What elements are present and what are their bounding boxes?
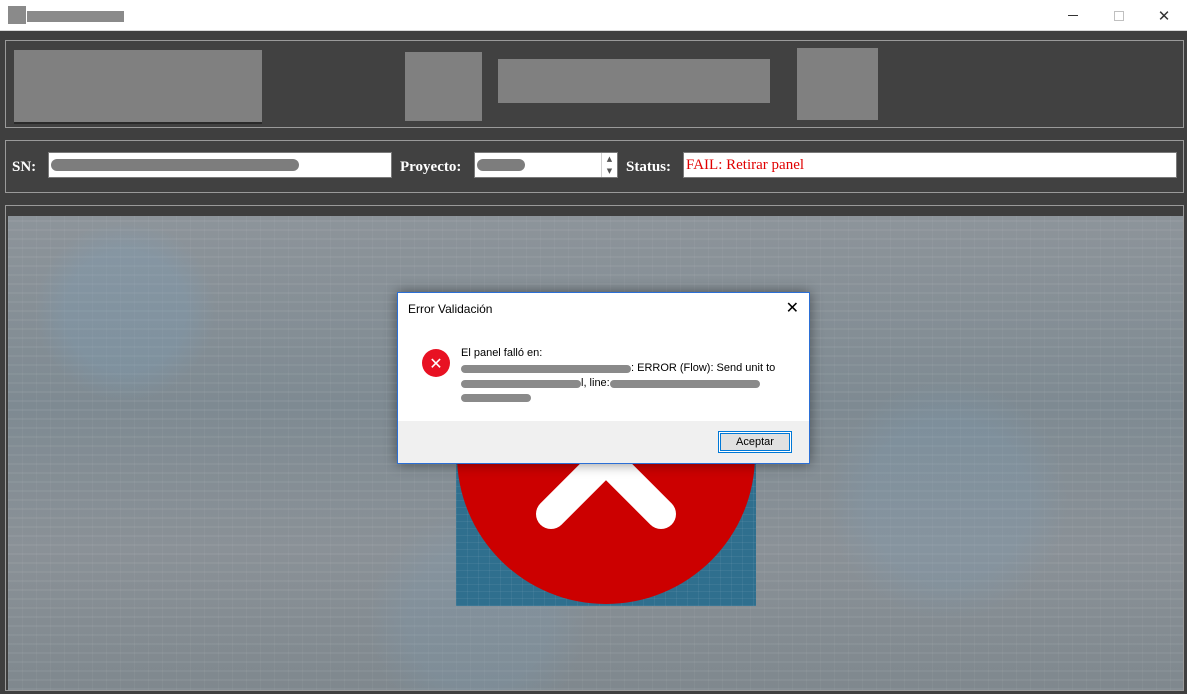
project-stepper[interactable]: ▲ ▼ bbox=[474, 152, 618, 178]
redacted-text bbox=[461, 364, 631, 373]
spin-down-icon[interactable]: ▼ bbox=[607, 167, 612, 175]
app-icon bbox=[8, 6, 26, 24]
dialog-title: Error Validación bbox=[408, 302, 493, 316]
project-label: Proyecto: bbox=[400, 159, 462, 175]
message-line-2: : ERROR (Flow): Send unit to bbox=[461, 361, 791, 376]
sn-value-redacted bbox=[51, 159, 299, 171]
dialog-message: El panel falló en: : ERROR (Flow): Send … bbox=[461, 346, 791, 406]
message-line-1: El panel falló en: bbox=[461, 347, 543, 359]
sn-input[interactable] bbox=[48, 152, 392, 178]
close-button[interactable]: ✕ bbox=[1141, 0, 1187, 31]
sn-label: SN: bbox=[12, 159, 37, 175]
project-value-redacted bbox=[477, 159, 525, 171]
app-window: ✕ SN: Proyecto: ▲ ▼ Status: FAIL: Retira… bbox=[0, 0, 1187, 694]
accept-button[interactable]: Aceptar bbox=[718, 431, 792, 453]
status-value: FAIL: Retirar panel bbox=[686, 157, 805, 173]
spin-up-icon[interactable]: ▲ bbox=[607, 155, 612, 163]
window-title-redacted bbox=[27, 11, 124, 22]
maximize-button[interactable] bbox=[1096, 0, 1142, 31]
close-icon: ✕ bbox=[1157, 6, 1171, 25]
header-image-redacted bbox=[405, 52, 482, 121]
info-panel: SN: Proyecto: ▲ ▼ Status: FAIL: Retirar … bbox=[5, 140, 1184, 193]
title-bar[interactable]: ✕ bbox=[0, 0, 1187, 31]
dialog-close-icon[interactable]: ✕ bbox=[786, 298, 799, 317]
spin-buttons[interactable]: ▲ ▼ bbox=[601, 153, 617, 177]
message-line-3-text: l, line: bbox=[581, 377, 610, 389]
header-title-redacted bbox=[498, 59, 770, 103]
message-line-2-text: : ERROR (Flow): Send unit to bbox=[631, 362, 776, 374]
redacted-text bbox=[609, 379, 760, 388]
status-label: Status: bbox=[626, 159, 672, 175]
minimize-icon bbox=[1068, 15, 1078, 16]
redacted-text bbox=[461, 379, 581, 388]
header-image-redacted-2 bbox=[797, 48, 878, 120]
message-line-3: l, line: bbox=[461, 376, 791, 391]
minimize-button[interactable] bbox=[1050, 0, 1096, 31]
error-icon: ✕ bbox=[422, 349, 450, 377]
logo-redacted bbox=[14, 50, 262, 122]
header-panel bbox=[5, 40, 1184, 128]
dialog-footer: Aceptar bbox=[398, 421, 809, 463]
redacted-text bbox=[461, 394, 531, 403]
error-dialog: Error Validación ✕ ✕ El panel falló en: … bbox=[397, 292, 810, 464]
message-line-4 bbox=[461, 391, 791, 406]
status-field[interactable]: FAIL: Retirar panel bbox=[683, 152, 1177, 178]
maximize-icon bbox=[1114, 10, 1124, 21]
